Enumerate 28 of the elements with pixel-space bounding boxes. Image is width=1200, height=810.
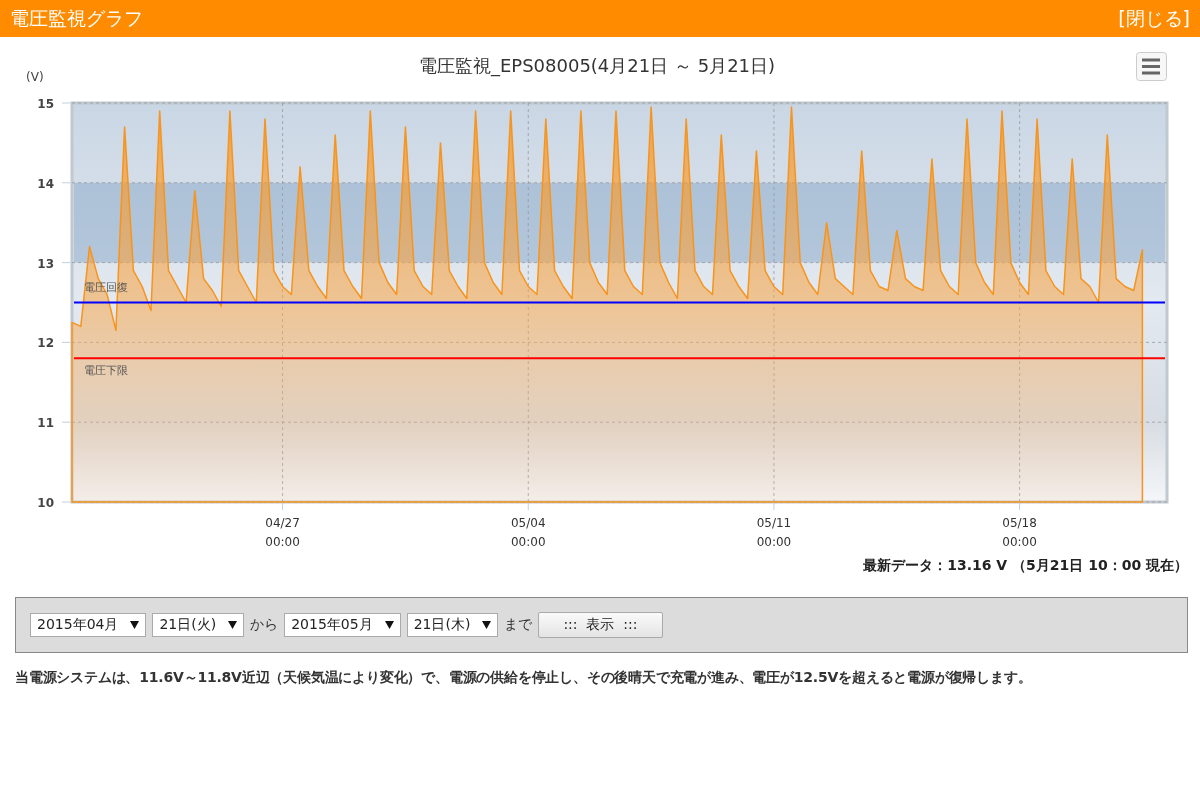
y-tick-label: 13 [37, 256, 54, 271]
y-tick-label: 12 [37, 336, 54, 351]
range-label: まで [504, 616, 533, 634]
y-axis-label: (V) [26, 70, 44, 84]
y-tick-label: 14 [37, 176, 54, 191]
header-title: 電圧監視グラフ [10, 5, 143, 31]
menu-button[interactable] [1136, 52, 1167, 81]
threshold-label: 電圧下限 [84, 364, 128, 378]
x-tick-label: 05/11 00:00 [756, 516, 792, 549]
chart-title: 電圧監視_EPS08005(4月21日 ～ 5月21日) [418, 55, 776, 76]
show-button[interactable]: ::: 表示 ::: [538, 612, 663, 638]
dropdown-caret-icon [482, 621, 492, 629]
dropdown-field[interactable]: 2015年04月 [30, 613, 147, 637]
dropdown-field[interactable]: 21日(火) [152, 613, 245, 637]
x-tick-label: 04/27 00:00 [265, 516, 300, 549]
info-note: 当電源システムは、11.6V～11.8V近辺（天候気温により変化）で、電源の供給を停止し、その後晴天で充電が進み、電圧が12.5Vを超えると電源が復帰します。 [15, 669, 1032, 687]
dropdown-field[interactable]: 2015年05月 [284, 613, 401, 637]
dropdown-caret-icon [130, 621, 140, 629]
y-tick-label: 11 [37, 416, 54, 431]
x-tick-label: 05/04 00:00 [510, 516, 546, 549]
dropdown-caret-icon [228, 621, 238, 629]
latest-reading: 最新データ：13.16 V （5月21日 10：00 現在） [863, 557, 1188, 575]
dropdown-field[interactable]: 21日(木) [406, 613, 499, 637]
x-tick-label: 05/18 00:00 [1002, 516, 1037, 549]
dropdown-caret-icon [384, 621, 394, 629]
y-tick-label: 15 [37, 97, 54, 111]
y-tick-label: 10 [37, 496, 54, 510]
range-label: から [250, 616, 279, 634]
